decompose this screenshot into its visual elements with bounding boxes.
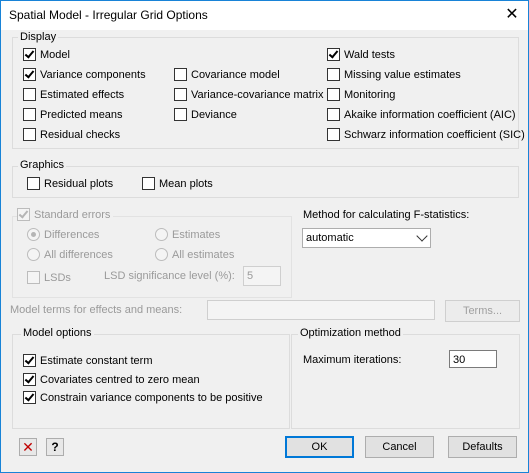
standard-errors-checkbox[interactable]: Standard errors [17, 208, 114, 221]
defaults-button[interactable]: Defaults [448, 436, 517, 458]
model-options-label: Model options [21, 327, 94, 339]
chevron-down-icon [416, 230, 428, 242]
all-estimates-radio[interactable]: All estimates [155, 248, 234, 261]
cancel-button[interactable]: Cancel [365, 436, 434, 458]
checkbox-box [174, 108, 187, 121]
covariates-centred-checkbox[interactable]: Covariates centred to zero mean [23, 373, 200, 386]
checkbox-box [23, 373, 36, 386]
checkbox-box [23, 88, 36, 101]
checkbox-box [23, 128, 36, 141]
checkbox-box [23, 108, 36, 121]
checkbox-box [27, 177, 40, 190]
radio-dot [155, 248, 168, 261]
monitoring-checkbox[interactable]: Monitoring [327, 88, 395, 101]
help-icon[interactable]: ? [46, 438, 64, 456]
checkbox-box [327, 48, 340, 61]
close-icon[interactable]: ✕ [500, 3, 524, 27]
window-title: Spatial Model - Irregular Grid Options [9, 8, 208, 22]
dialog-window: Spatial Model - Irregular Grid Options ✕… [0, 0, 529, 473]
model-terms-input[interactable] [207, 300, 435, 320]
checkbox-box [27, 271, 40, 284]
lsds-checkbox[interactable]: LSDs [27, 271, 71, 284]
differences-radio[interactable]: Differences [27, 228, 99, 241]
fstat-method-label: Method for calculating F-statistics: [303, 209, 470, 221]
checkbox-box [327, 128, 340, 141]
checkbox-box [23, 68, 36, 81]
covariance-model-checkbox[interactable]: Covariance model [174, 68, 280, 81]
optimization-group [291, 334, 520, 429]
checkbox-box [327, 108, 340, 121]
max-iterations-input[interactable]: 30 [449, 350, 497, 368]
variance-covariance-matrix-checkbox[interactable]: Variance-covariance matrix [174, 88, 323, 101]
residual-checks-checkbox[interactable]: Residual checks [23, 128, 120, 141]
residual-plots-checkbox[interactable]: Residual plots [27, 177, 113, 190]
radio-dot [27, 228, 40, 241]
title-bar: Spatial Model - Irregular Grid Options ✕ [1, 1, 528, 30]
optimization-label: Optimization method [298, 327, 403, 339]
checkbox-box [23, 354, 36, 367]
checkbox-box [23, 391, 36, 404]
estimated-effects-checkbox[interactable]: Estimated effects [23, 88, 124, 101]
checkbox-box [327, 68, 340, 81]
checkbox-box [174, 68, 187, 81]
checkbox-box [17, 208, 30, 221]
terms-button[interactable]: Terms... [445, 300, 520, 322]
sic-checkbox[interactable]: Schwarz information coefficient (SIC) [327, 128, 525, 141]
lsd-level-label: LSD significance level (%): [104, 270, 235, 282]
all-differences-radio[interactable]: All differences [27, 248, 113, 261]
estimates-radio[interactable]: Estimates [155, 228, 220, 241]
graphics-group-label: Graphics [18, 159, 67, 171]
fstat-method-select[interactable]: automatic [302, 228, 431, 248]
deviance-checkbox[interactable]: Deviance [174, 108, 237, 121]
checkbox-box [174, 88, 187, 101]
ok-button[interactable]: OK [285, 436, 354, 458]
checkbox-box [23, 48, 36, 61]
model-terms-label: Model terms for effects and means: [10, 304, 183, 316]
radio-dot [155, 228, 168, 241]
radio-dot [27, 248, 40, 261]
checkbox-box [142, 177, 155, 190]
lsd-level-input[interactable]: 5 [243, 266, 281, 286]
display-group-label: Display [18, 31, 59, 43]
wald-tests-checkbox[interactable]: Wald tests [327, 48, 395, 61]
predicted-means-checkbox[interactable]: Predicted means [23, 108, 123, 121]
model-checkbox[interactable]: Model [23, 48, 70, 61]
estimate-constant-checkbox[interactable]: Estimate constant term [23, 354, 153, 367]
aic-checkbox[interactable]: Akaike information coefficient (AIC) [327, 108, 516, 121]
clear-icon[interactable]: ✕ [19, 438, 37, 456]
checkbox-box [327, 88, 340, 101]
mean-plots-checkbox[interactable]: Mean plots [142, 177, 213, 190]
constrain-variance-checkbox[interactable]: Constrain variance components to be posi… [23, 391, 263, 404]
missing-value-estimates-checkbox[interactable]: Missing value estimates [327, 68, 461, 81]
variance-components-checkbox[interactable]: Variance components [23, 68, 146, 81]
max-iterations-label: Maximum iterations: [303, 354, 402, 366]
